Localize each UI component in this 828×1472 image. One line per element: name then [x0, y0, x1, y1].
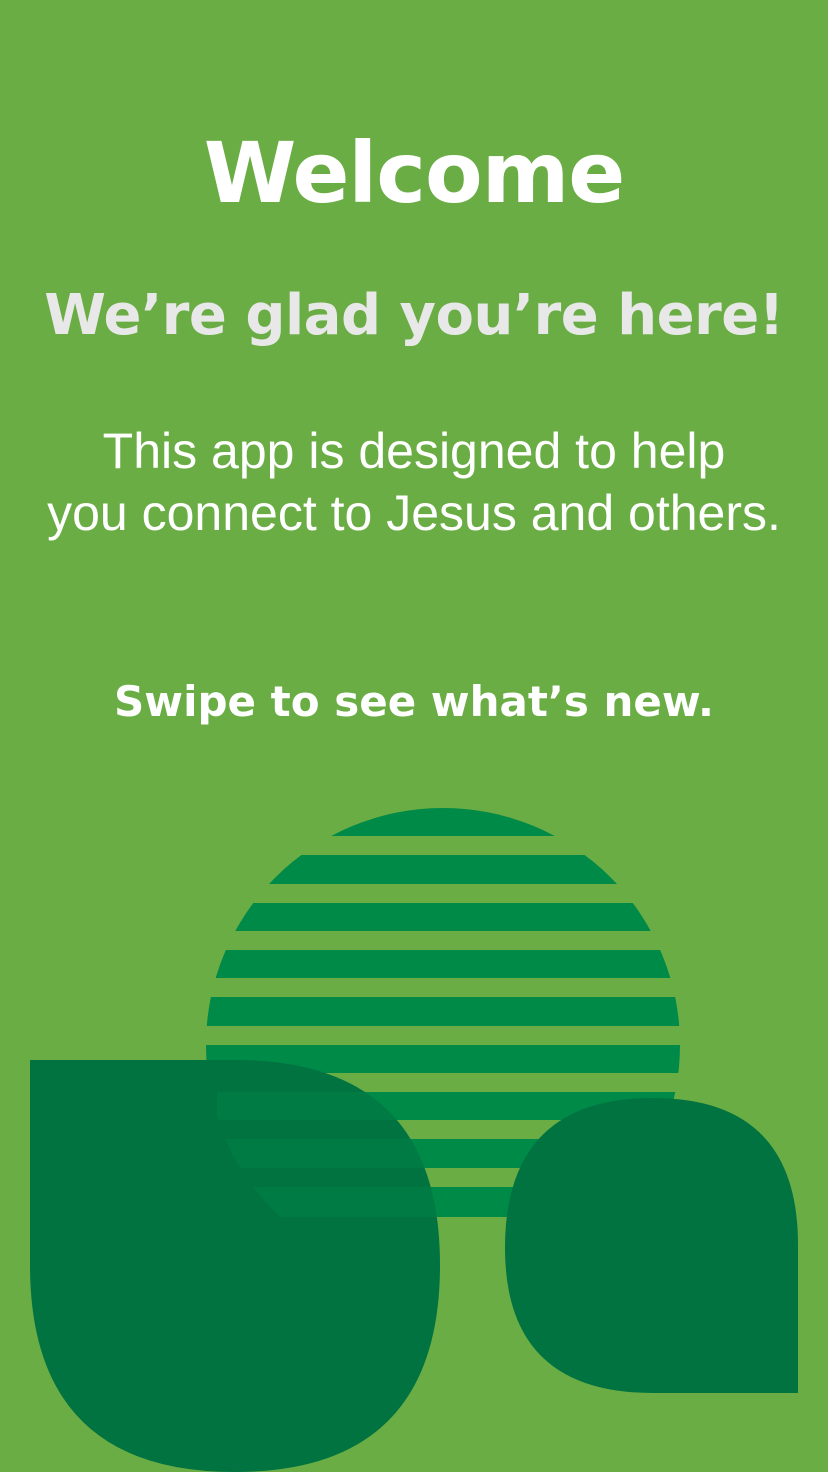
- welcome-description: This app is designed to help you connect…: [0, 420, 828, 544]
- description-line-2: you connect to Jesus and others.: [47, 485, 781, 541]
- right-rounded-shape: [505, 1098, 798, 1393]
- welcome-title: Welcome: [203, 124, 625, 222]
- welcome-subtitle: We’re glad you’re here!: [44, 283, 784, 348]
- decorative-illustration: [30, 808, 798, 1472]
- left-rounded-shape: [30, 1060, 440, 1472]
- welcome-screen[interactable]: Welcome We’re glad you’re here! This app…: [0, 0, 828, 1472]
- description-line-1: This app is designed to help: [102, 423, 726, 479]
- swipe-hint: Swipe to see what’s new.: [114, 677, 714, 726]
